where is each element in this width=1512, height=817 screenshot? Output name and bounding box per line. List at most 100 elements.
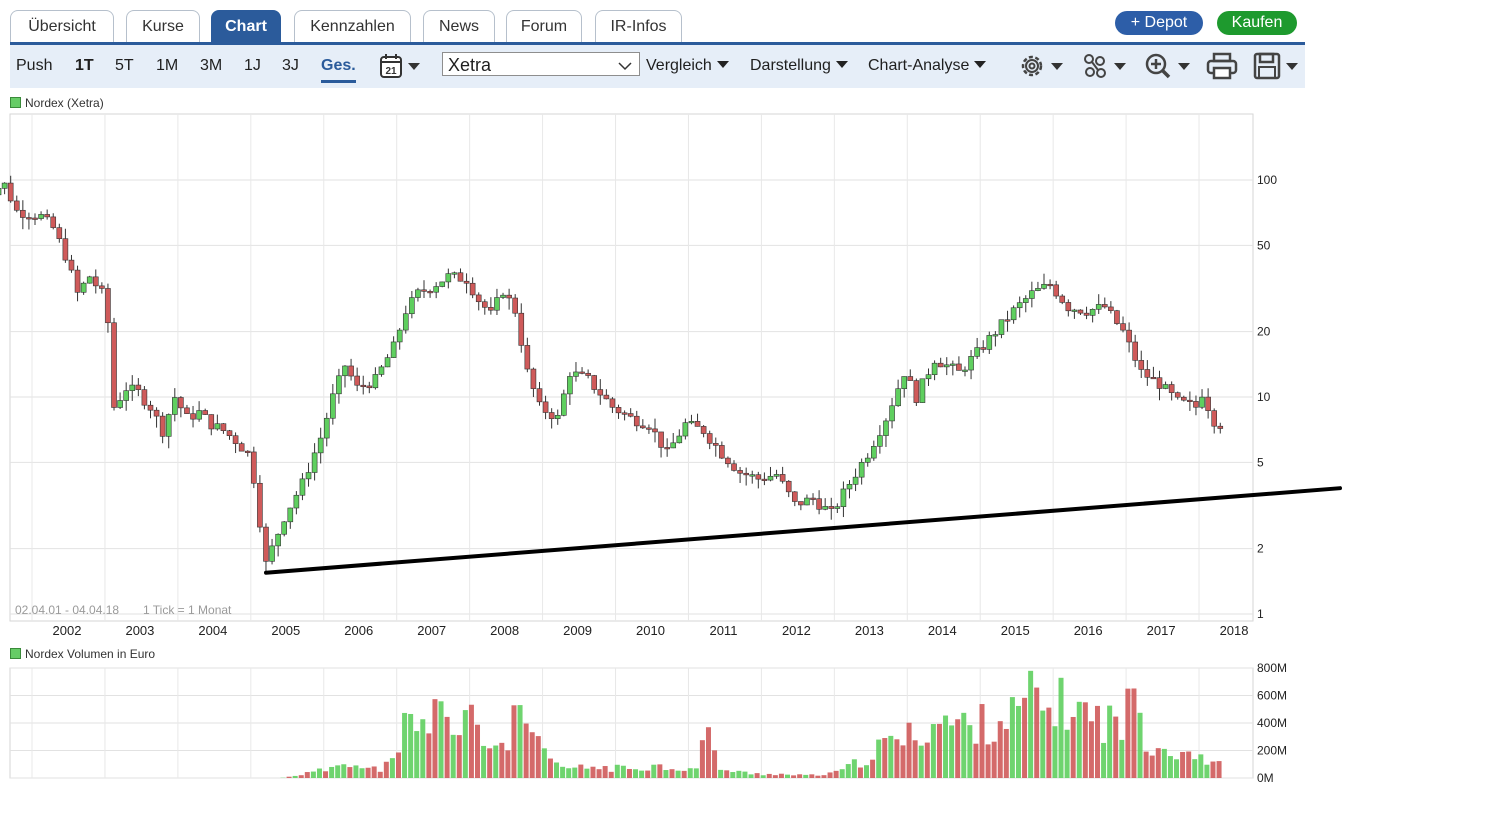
- candle: [943, 364, 950, 368]
- candle: [287, 507, 294, 523]
- candle: [798, 501, 804, 506]
- volume-bar: [973, 743, 979, 778]
- save-icon[interactable]: [1252, 52, 1302, 85]
- volume-bar: [426, 733, 432, 778]
- volume-bar: [529, 732, 535, 778]
- tab-kurse[interactable]: Kurse: [126, 10, 200, 42]
- candle: [542, 401, 549, 413]
- tab-news[interactable]: News: [423, 10, 495, 42]
- volume-bar: [535, 736, 541, 778]
- x-tick-label: 2013: [855, 623, 884, 638]
- candle: [1181, 396, 1187, 401]
- caret-down-icon: [974, 61, 987, 68]
- candle: [153, 409, 160, 417]
- calendar-day: 21: [385, 66, 397, 77]
- volume-bar: [748, 774, 754, 778]
- candle: [1132, 341, 1138, 361]
- candle: [92, 276, 99, 287]
- volume-bar: [1210, 761, 1216, 778]
- tab-chart[interactable]: Chart: [211, 10, 281, 42]
- candle: [50, 216, 57, 228]
- range-3j[interactable]: 3J: [282, 57, 299, 75]
- candle: [548, 412, 555, 419]
- range-push[interactable]: Push: [16, 57, 52, 75]
- range-gesamt[interactable]: Ges.: [321, 57, 356, 83]
- zoom-icon[interactable]: [1142, 52, 1192, 85]
- volume-bar: [833, 770, 839, 778]
- volume-bar: [353, 765, 359, 778]
- range-3m[interactable]: 3M: [200, 57, 222, 75]
- volume-bar: [468, 704, 474, 778]
- candle: [950, 363, 956, 366]
- volume-bar: [481, 745, 487, 778]
- volume-bar: [456, 735, 462, 778]
- volume-bar: [487, 748, 493, 778]
- tab-ir-infos[interactable]: IR-Infos: [595, 10, 682, 42]
- volume-tick-label: 400M: [1257, 716, 1287, 730]
- candle: [743, 472, 749, 476]
- candle: [561, 393, 567, 416]
- tab--bersicht[interactable]: Übersicht: [10, 10, 114, 42]
- candle: [1059, 295, 1066, 303]
- exchange-select[interactable]: Xetra: [442, 52, 640, 76]
- candle: [585, 372, 591, 376]
- volume-bar: [323, 771, 329, 778]
- volume-bar: [827, 772, 833, 778]
- volume-bar: [1009, 697, 1015, 778]
- candle: [1138, 360, 1145, 370]
- candle: [0, 188, 2, 196]
- candle: [852, 476, 859, 485]
- settings-icon[interactable]: [1016, 52, 1066, 85]
- display-label: Darstellung: [750, 57, 831, 74]
- tab-forum[interactable]: Forum: [506, 10, 582, 42]
- candle: [488, 307, 494, 311]
- indicator-icon[interactable]: [1080, 52, 1130, 85]
- volume-bar: [906, 722, 912, 778]
- volume-bar: [1046, 707, 1052, 778]
- volume-bar: [1113, 716, 1119, 778]
- candle: [682, 422, 689, 437]
- y-tick-label: 10: [1257, 390, 1271, 404]
- volume-bar: [578, 764, 584, 778]
- tab-kennzahlen[interactable]: Kennzahlen: [294, 10, 411, 42]
- range-1t[interactable]: 1T: [75, 57, 94, 75]
- volume-bar: [493, 745, 499, 778]
- volume-bar: [687, 768, 693, 778]
- range-1m[interactable]: 1M: [156, 57, 178, 75]
- candle: [974, 347, 980, 357]
- volume-bar: [894, 739, 900, 778]
- volume-bar: [845, 764, 851, 778]
- candle: [804, 497, 810, 506]
- candle: [463, 280, 470, 284]
- volume-bar: [699, 740, 705, 778]
- volume-legend: Nordex Volumen in Euro: [10, 647, 155, 661]
- candle: [889, 405, 895, 422]
- chart-analysis-menu[interactable]: Chart-Analyse: [868, 57, 987, 75]
- print-icon[interactable]: [1206, 52, 1238, 85]
- candle: [311, 452, 318, 473]
- range-1j[interactable]: 1J: [244, 57, 261, 75]
- volume-bar: [608, 771, 614, 778]
- candle: [475, 294, 482, 303]
- chart-toolbar: Push 1T 5T 1M 3M 1J 3J Ges. 21 Xetra Ver…: [10, 45, 1305, 88]
- y-tick-label: 2: [1257, 542, 1264, 556]
- buy-button[interactable]: Kaufen: [1217, 11, 1297, 35]
- candle: [257, 482, 263, 528]
- compare-menu[interactable]: Vergleich: [646, 57, 729, 75]
- calendar-icon[interactable]: 21: [378, 52, 424, 85]
- volume-bar: [347, 767, 353, 778]
- candle: [731, 463, 737, 471]
- x-tick-label: 2004: [198, 623, 227, 638]
- display-menu[interactable]: Darstellung: [750, 57, 848, 75]
- candle: [822, 506, 828, 510]
- range-5t[interactable]: 5T: [115, 57, 134, 75]
- volume-bar: [408, 713, 414, 778]
- candle: [1071, 309, 1078, 312]
- candle: [858, 462, 865, 478]
- candle: [761, 478, 768, 481]
- add-to-depot-button[interactable]: + Depot: [1115, 11, 1203, 35]
- candle: [998, 319, 1005, 335]
- candle: [336, 375, 342, 395]
- candle: [238, 443, 245, 452]
- volume-bar: [560, 766, 566, 778]
